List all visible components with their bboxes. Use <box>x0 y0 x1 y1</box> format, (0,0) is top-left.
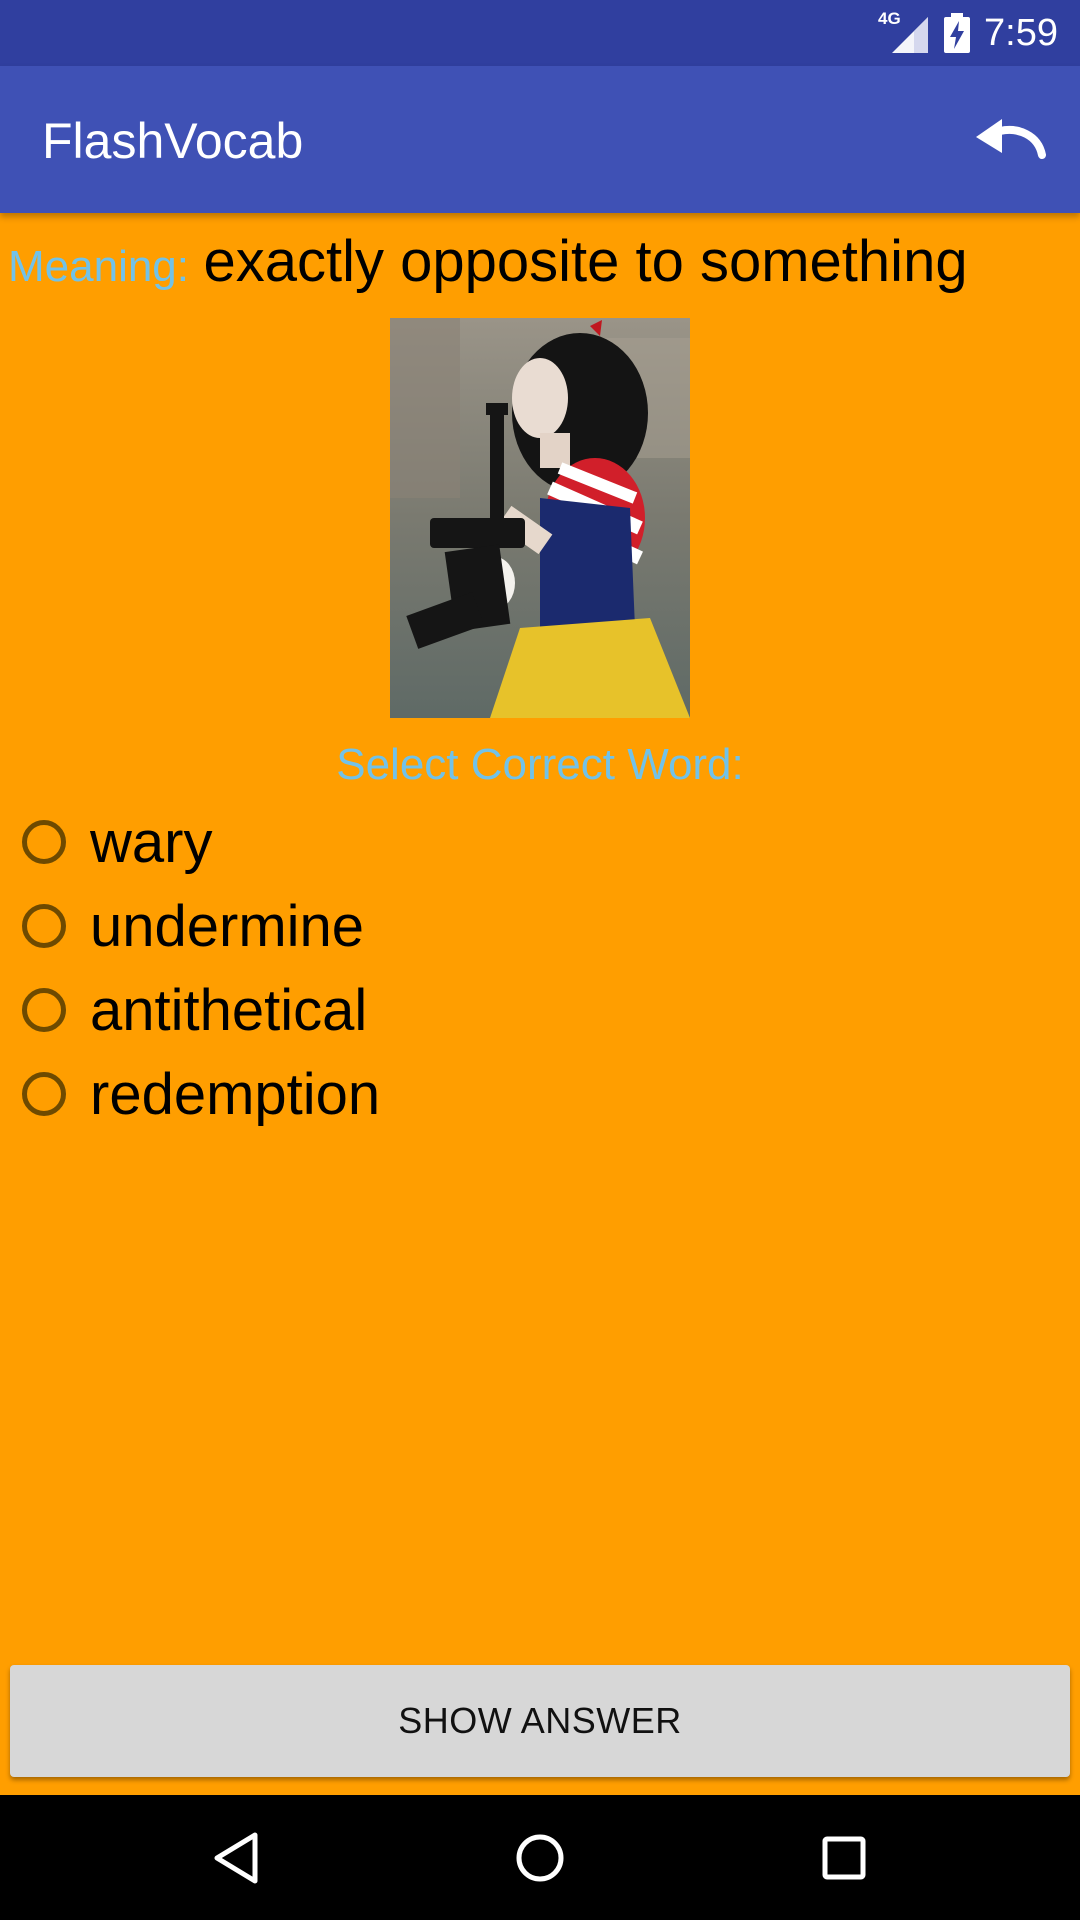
app-bar: FlashVocab <box>0 66 1080 213</box>
app-title: FlashVocab <box>42 113 304 169</box>
hint-illustration <box>390 318 690 718</box>
recents-icon <box>822 1836 866 1879</box>
meaning-label: Meaning: <box>8 242 190 291</box>
back-button[interactable] <box>166 1795 306 1920</box>
navigation-bar <box>0 1795 1080 1920</box>
radio-button[interactable] <box>22 820 66 864</box>
radio-button[interactable] <box>22 904 66 948</box>
home-button[interactable] <box>470 1795 610 1920</box>
recents-button[interactable] <box>774 1795 914 1920</box>
meaning-text: exactly opposite to something <box>203 229 968 294</box>
home-icon <box>516 1834 564 1881</box>
meaning-row: Meaning: exactly opposite to something <box>8 228 1072 295</box>
option-antithetical[interactable]: antithetical <box>22 968 380 1052</box>
option-label: undermine <box>90 893 365 959</box>
select-prompt: Select Correct Word: <box>336 740 744 789</box>
back-icon <box>214 1832 258 1883</box>
option-label: antithetical <box>90 977 368 1043</box>
battery-charging-icon <box>944 13 971 53</box>
status-bar: 4G 7:59 <box>0 0 1080 66</box>
option-wary[interactable]: wary <box>22 800 380 884</box>
option-label: wary <box>90 809 213 875</box>
radio-button[interactable] <box>22 1072 66 1116</box>
option-undermine[interactable]: undermine <box>22 884 380 968</box>
clock: 7:59 <box>984 11 1058 54</box>
undo-icon <box>976 119 1046 159</box>
option-redemption[interactable]: redemption <box>22 1052 380 1136</box>
radio-button[interactable] <box>22 988 66 1032</box>
hint-image <box>390 318 690 718</box>
signal-icon <box>892 17 929 53</box>
option-label: redemption <box>90 1061 381 1127</box>
status-icons: 4G 7:59 <box>878 0 1058 66</box>
show-answer-button[interactable]: SHOW ANSWER <box>10 1665 1070 1777</box>
undo-button[interactable] <box>970 104 1050 170</box>
signal-indicator: 4G <box>878 9 930 55</box>
answer-options: wary undermine antithetical redemption <box>22 800 380 1136</box>
